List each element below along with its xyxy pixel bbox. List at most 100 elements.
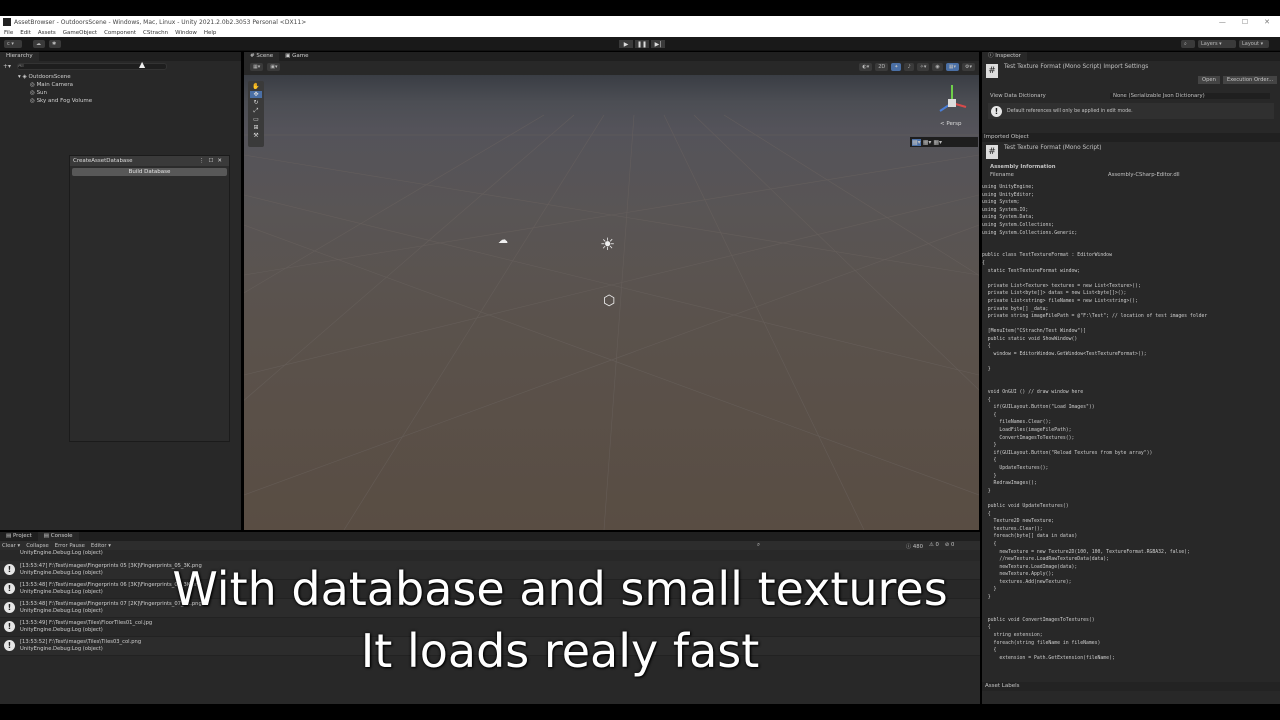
- menu-gameobject[interactable]: GameObject: [63, 30, 97, 36]
- console-toolbar: Clear ▾ Collapse Error Pause Editor ▾ ⌕ …: [0, 541, 980, 550]
- console-panel: ▤ Project ▤ Console Clear ▾ Collapse Err…: [0, 532, 980, 704]
- persp-label[interactable]: < Persp: [940, 121, 961, 127]
- close-icon[interactable]: ✕: [1264, 18, 1270, 26]
- layout-dropdown[interactable]: Layout ▾: [1239, 40, 1269, 48]
- inspector-tabstrip: ⓘ Inspector: [982, 52, 1280, 61]
- menu-assets[interactable]: Assets: [38, 30, 56, 36]
- account-dropdown[interactable]: c ▾: [4, 40, 22, 48]
- menu-component[interactable]: Component: [104, 30, 136, 36]
- editor-dropdown[interactable]: Editor ▾: [91, 543, 111, 549]
- object-title: Test Texture Format (Mono Script): [1004, 145, 1102, 151]
- menu-window[interactable]: Window: [175, 30, 197, 36]
- search-icon[interactable]: ⌕: [1181, 40, 1195, 48]
- script-file-icon: #: [986, 145, 998, 159]
- inspector-header-buttons: Open Execution Order...: [1198, 76, 1278, 84]
- shading-icon[interactable]: ◐▾: [859, 63, 873, 71]
- tab-project[interactable]: ▤ Project: [0, 532, 38, 541]
- hierarchy-scene-row[interactable]: ▾ ◈ OutdoorsScene: [18, 73, 241, 81]
- clear-button[interactable]: Clear ▾: [2, 543, 20, 549]
- console-search-icon[interactable]: ⌕: [757, 542, 760, 549]
- play-button[interactable]: ▶: [619, 40, 633, 48]
- tab-scene[interactable]: # Scene: [244, 52, 280, 61]
- pause-button[interactable]: ❚❚: [635, 40, 649, 48]
- overlay-toolbar: ▦▾ ▦▾ ▦▾: [910, 137, 978, 147]
- grid-snap-icon[interactable]: ▦▾: [912, 138, 921, 146]
- step-button[interactable]: ▶|: [651, 40, 665, 48]
- log-count[interactable]: ⓘ 480: [906, 542, 923, 550]
- tab-hierarchy[interactable]: Hierarchy: [0, 52, 39, 61]
- create-asset-database-window: CreateAssetDatabase ⋮☐✕ Build Database: [69, 155, 230, 442]
- gizmos-icon[interactable]: ⚙▾: [962, 63, 975, 71]
- log-partial-row[interactable]: UnityEngine.Debug:Log (object): [0, 550, 980, 561]
- asset-labels-label[interactable]: Asset Labels: [982, 682, 1280, 691]
- mouse-cursor-icon: ▲: [139, 60, 146, 69]
- maximize-icon[interactable]: ☐: [1242, 18, 1248, 26]
- tab-console[interactable]: ▤ Console: [37, 532, 79, 541]
- hierarchy-tabstrip: Hierarchy: [0, 52, 241, 61]
- assembly-information-label: Assembly Information: [990, 164, 1056, 170]
- mode-2d-toggle[interactable]: 2D: [875, 63, 889, 71]
- hierarchy-item[interactable]: ◎ Sky and Fog Volume: [18, 97, 241, 105]
- camera-icon[interactable]: ☁: [498, 235, 508, 246]
- audio-icon[interactable]: ♪: [904, 63, 914, 71]
- tab-inspector[interactable]: ⓘ Inspector: [982, 52, 1027, 61]
- minimize-icon[interactable]: —: [1219, 18, 1226, 26]
- tab-game[interactable]: ▣ Game: [279, 52, 314, 61]
- view-data-dictionary-label: View Data Dictionary: [990, 93, 1046, 99]
- subtitle-line-1: With database and small textures: [172, 562, 948, 616]
- hierarchy-item[interactable]: ◎ Sun: [18, 89, 241, 97]
- error-count-value: 0: [950, 541, 955, 548]
- lighting-icon[interactable]: ✦: [891, 63, 902, 71]
- unity-logo-icon: [3, 18, 11, 26]
- layers-dropdown[interactable]: Layers ▾: [1198, 40, 1236, 48]
- error-count[interactable]: ⊘ 0: [945, 542, 955, 550]
- add-icon[interactable]: +▾: [3, 63, 11, 70]
- menu-file[interactable]: File: [4, 30, 13, 36]
- snap-icon[interactable]: ▦▾: [933, 139, 942, 146]
- build-database-button[interactable]: Build Database: [72, 168, 227, 176]
- hierarchy-item-label: Main Camera: [36, 82, 74, 88]
- filename-label: Filename: [990, 172, 1014, 178]
- volume-cube-icon[interactable]: ⬡: [603, 293, 615, 309]
- letterbox-bottom: [0, 704, 1280, 720]
- execution-order-button[interactable]: Execution Order...: [1222, 76, 1278, 84]
- create-db-title[interactable]: CreateAssetDatabase: [73, 158, 133, 164]
- custom-tool-icon[interactable]: ⚒: [253, 132, 258, 139]
- scene-name: OutdoorsScene: [28, 74, 71, 80]
- grid-icon[interactable]: ▦▾: [945, 63, 959, 71]
- info-message: Default references will only be applied …: [1007, 108, 1133, 114]
- hand-tool-icon[interactable]: ✋: [252, 83, 259, 90]
- view-data-dictionary-field[interactable]: None (Serializable Json Dictionary): [1110, 93, 1270, 99]
- window-title: AssetBrowser - OutdoorsScene - Windows, …: [14, 18, 307, 26]
- collapse-button[interactable]: Collapse: [26, 543, 49, 549]
- collab-icon[interactable]: ✱: [49, 40, 61, 48]
- menu-help[interactable]: Help: [204, 30, 217, 36]
- draw-mode-dropdown[interactable]: ▦▾: [250, 63, 264, 71]
- error-pause-button[interactable]: Error Pause: [55, 543, 85, 549]
- snap-increment-icon[interactable]: ▦▾: [923, 139, 932, 146]
- orientation-gizmo-icon[interactable]: [932, 81, 972, 121]
- layout-label: Layout: [1242, 41, 1259, 47]
- rotate-tool-icon[interactable]: ↻: [253, 99, 258, 106]
- transform-tool-icon[interactable]: ⊞: [253, 124, 258, 131]
- window-controls-icon[interactable]: ⋮☐✕: [199, 158, 229, 164]
- scene-viewport[interactable]: ✋ ✥ ↻ ⤢ ▭ ⊞ ⚒ < Persp ▦▾ ▦▾ ▦▾ ☁ ☀ ⬡: [244, 75, 979, 530]
- script-file-icon: #: [986, 64, 998, 78]
- hidden-icon[interactable]: ◉: [932, 63, 943, 71]
- menu-cstrachn[interactable]: CStrachn: [143, 30, 168, 36]
- scale-tool-icon[interactable]: ⤢: [254, 107, 259, 115]
- gizmo-dropdown[interactable]: ▣▾: [267, 63, 281, 71]
- sun-light-icon[interactable]: ☀: [600, 235, 615, 255]
- cloud-icon[interactable]: ☁: [33, 40, 45, 48]
- open-button[interactable]: Open: [1198, 76, 1220, 84]
- menu-bar: File Edit Assets GameObject Component CS…: [0, 28, 1280, 37]
- warning-count[interactable]: ⚠ 0: [929, 542, 939, 550]
- import-settings-title: Test Texture Format (Mono Script) Import…: [1004, 64, 1149, 70]
- rect-tool-icon[interactable]: ▭: [253, 116, 259, 123]
- effects-icon[interactable]: ✧▾: [916, 63, 930, 71]
- hierarchy-item[interactable]: ◎ Main Camera: [18, 81, 241, 89]
- scene-panel-header: # Scene ▣ Game ▦▾ ▣▾ ◐▾ 2D ✦ ♪ ✧▾ ◉ ▦▾ ⚙…: [244, 52, 979, 75]
- menu-edit[interactable]: Edit: [20, 30, 31, 36]
- filename-value: Assembly-CSharp-Editor.dll: [1108, 172, 1180, 178]
- move-tool-icon[interactable]: ✥: [250, 91, 262, 98]
